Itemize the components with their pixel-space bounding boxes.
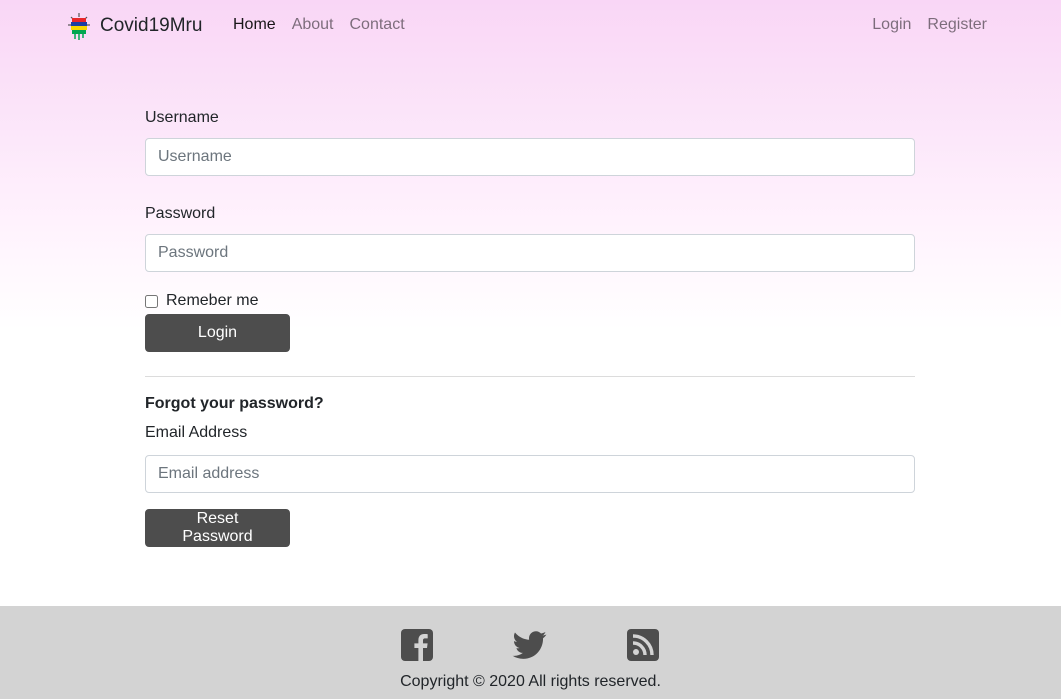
login-form: Username Password Remeber me Login xyxy=(145,108,915,352)
copyright-text: Copyright © 2020 All rights reserved. xyxy=(400,673,661,690)
nav-login-link[interactable]: Login xyxy=(872,16,911,34)
password-label: Password xyxy=(145,205,216,222)
brand[interactable]: Covid19Mru xyxy=(66,9,202,43)
nav-home-link[interactable]: Home xyxy=(233,16,276,34)
login-page-content: Username Password Remeber me Login Forgo… xyxy=(145,108,915,547)
nav-main: Home About Contact xyxy=(233,16,421,34)
rss-icon[interactable] xyxy=(626,628,660,662)
email-input[interactable] xyxy=(145,455,915,493)
brand-name: Covid19Mru xyxy=(100,15,203,36)
login-button[interactable]: Login xyxy=(145,314,290,352)
nav-contact-link[interactable]: Contact xyxy=(350,16,405,34)
username-label: Username xyxy=(145,109,219,126)
remember-me-label: Remeber me xyxy=(166,292,259,309)
twitter-icon[interactable] xyxy=(511,628,549,662)
social-links xyxy=(400,628,660,664)
remember-me-checkbox[interactable] xyxy=(145,294,158,308)
password-input[interactable] xyxy=(145,234,915,272)
navbar: Covid19Mru Home About Contact Login Regi… xyxy=(0,0,1061,52)
facebook-icon[interactable] xyxy=(400,628,434,662)
username-input[interactable] xyxy=(145,138,915,176)
reset-password-button[interactable]: Reset Password xyxy=(145,509,290,547)
remember-me-row: Remeber me xyxy=(145,292,915,310)
nav-about-link[interactable]: About xyxy=(292,16,334,34)
footer: Copyright © 2020 All rights reserved. xyxy=(0,606,1061,699)
mauritius-virus-logo-icon xyxy=(68,13,90,40)
nav-register-link[interactable]: Register xyxy=(927,16,987,34)
forgot-password-heading: Forgot your password? xyxy=(145,395,324,412)
reset-password-form: Forgot your password? Email Address Rese… xyxy=(145,394,915,547)
nav-auth: Login Register xyxy=(872,16,987,34)
email-label: Email Address xyxy=(145,424,248,441)
